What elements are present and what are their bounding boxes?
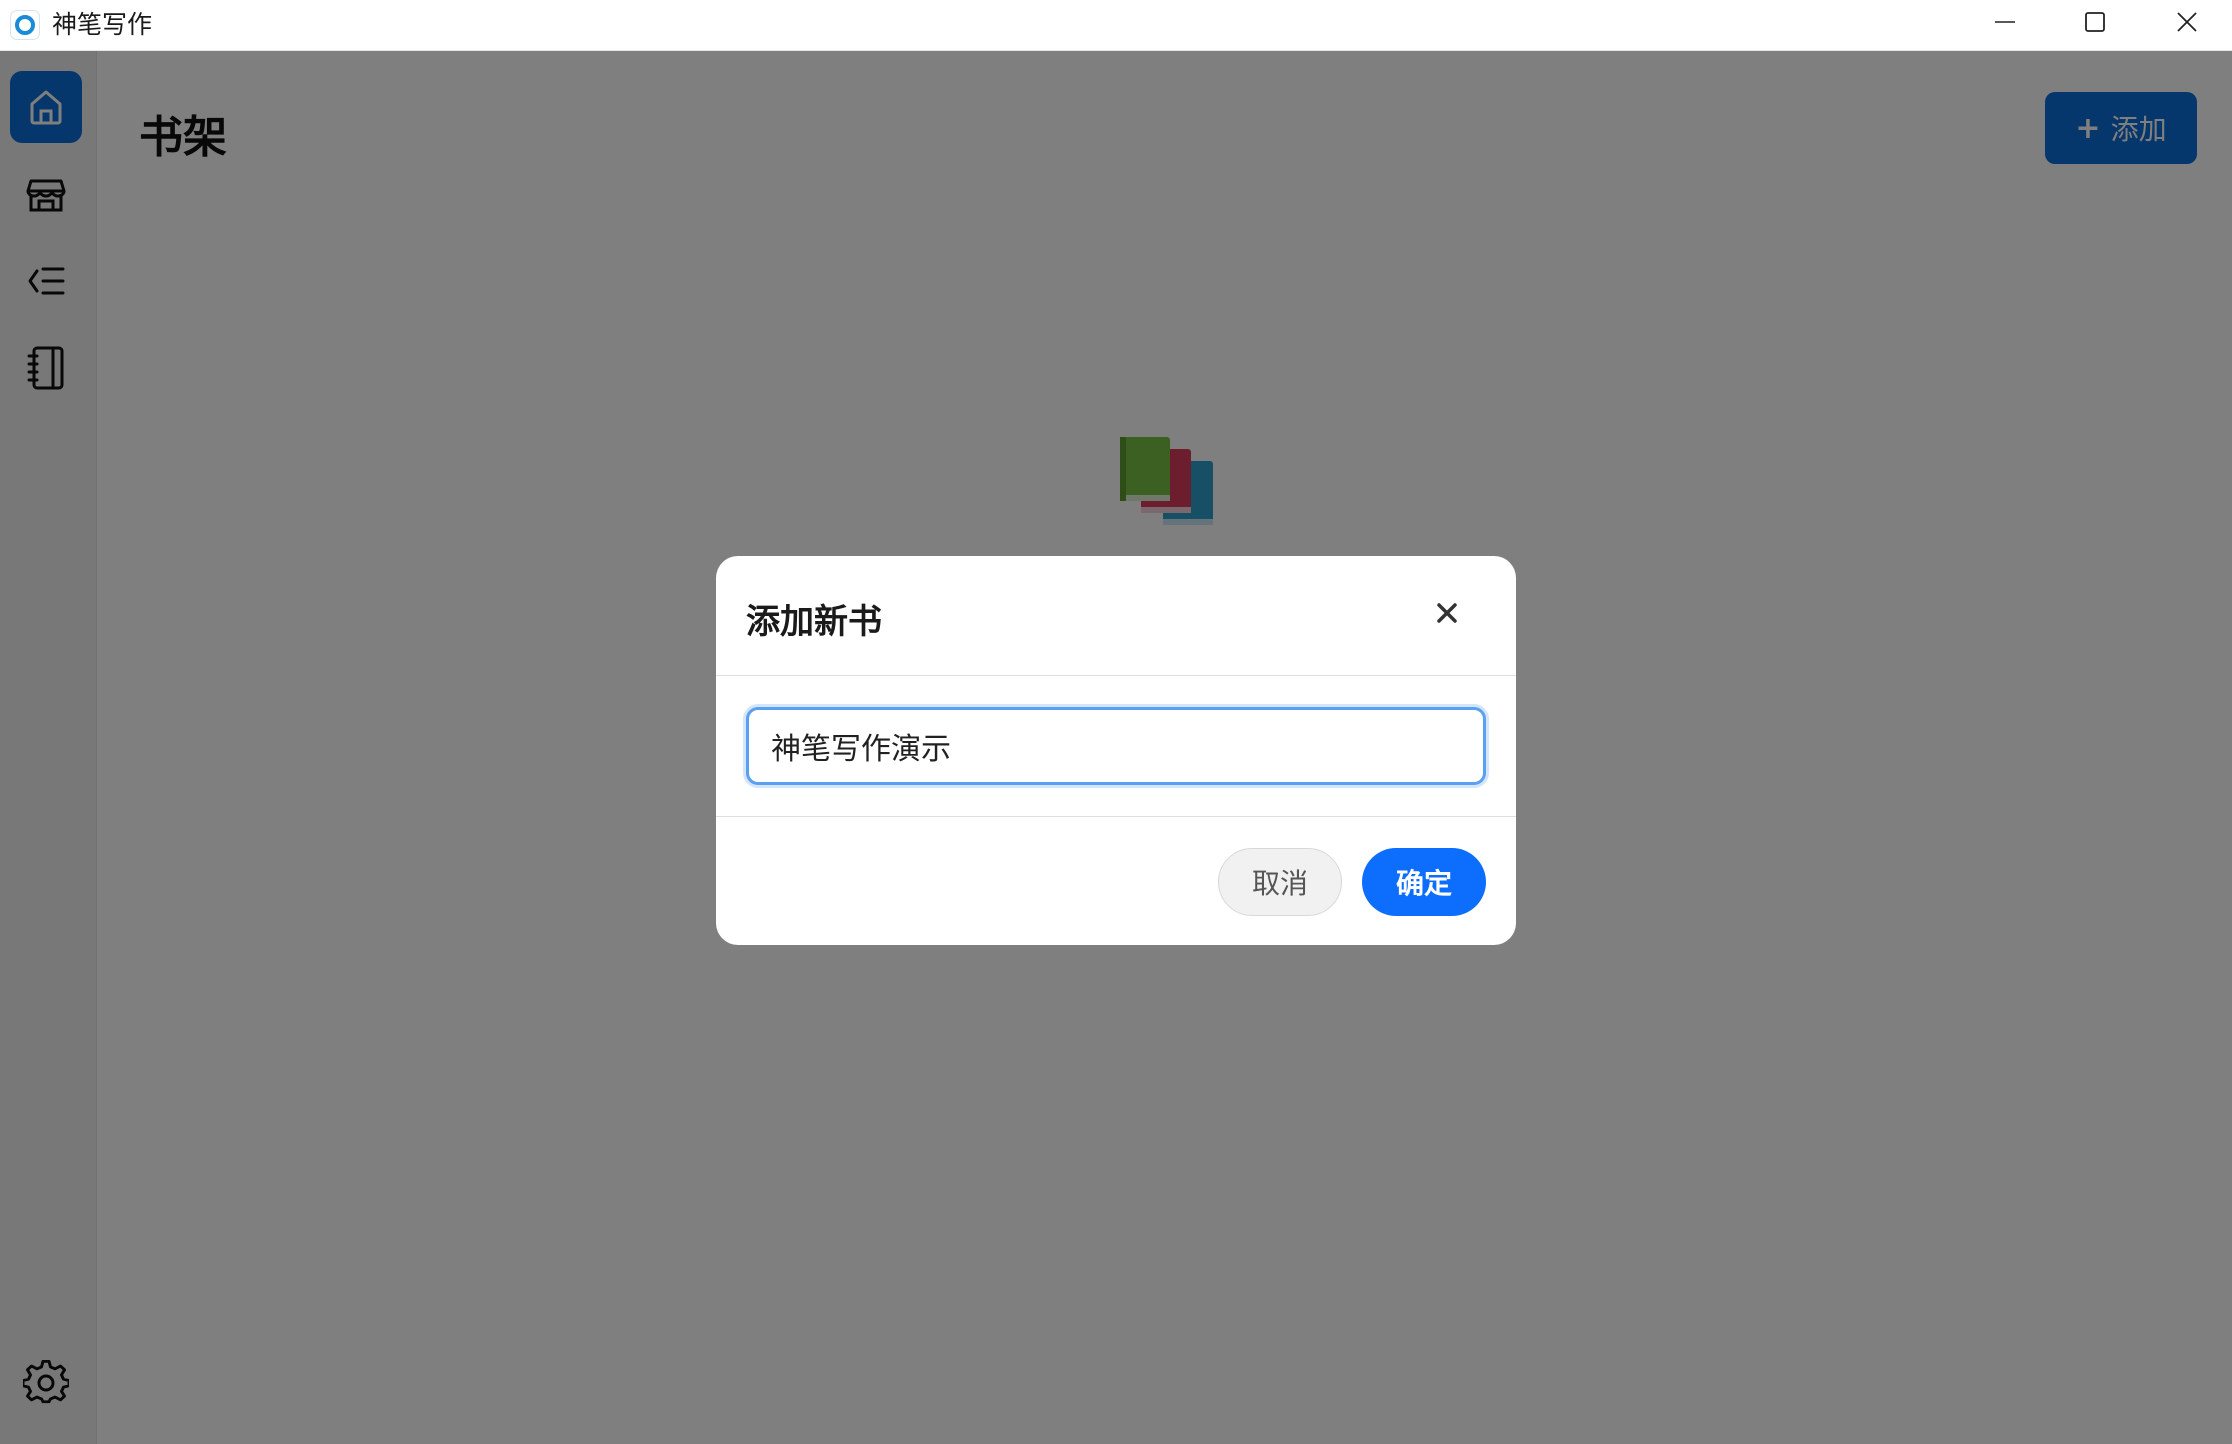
dialog-title: 添加新书 [746,602,882,642]
minimize-icon [1995,21,2015,23]
dialog-body [716,676,1516,817]
close-icon [2177,12,2197,32]
dialog-header: 添加新书 [716,556,1516,676]
add-book-dialog: 添加新书 取消 确定 [716,556,1516,945]
app-ring-icon [10,10,40,40]
dialog-footer: 取消 确定 [716,818,1516,945]
dialog-close-button[interactable] [1432,598,1462,628]
window-title: 神笔写作 [52,10,153,39]
cancel-button[interactable]: 取消 [1218,848,1342,916]
close-window-button[interactable] [2142,0,2232,44]
close-icon [1437,603,1457,623]
book-name-input[interactable] [746,707,1486,785]
minimize-button[interactable] [1960,0,2050,44]
maximize-icon [2085,12,2105,32]
confirm-button[interactable]: 确定 [1362,848,1486,916]
window-titlebar: 神笔写作 [0,0,2232,51]
maximize-button[interactable] [2050,0,2140,44]
